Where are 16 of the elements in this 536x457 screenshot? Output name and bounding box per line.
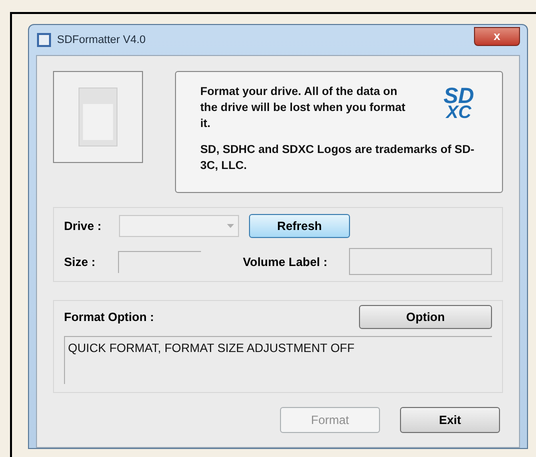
- warning-text: Format your drive. All of the data on the drive will be lost when you format it.: [200, 85, 406, 132]
- format-option-box: QUICK FORMAT, FORMAT SIZE ADJUSTMENT OFF: [64, 336, 492, 384]
- app-icon: [36, 32, 52, 48]
- caret-icon: [227, 224, 234, 228]
- sdxc-logo: SD XC: [443, 88, 474, 124]
- window-title: SDFormatter V4.0: [57, 32, 146, 48]
- button[interactable]: Option: [359, 305, 492, 329]
- volume-label-field[interactable]: [349, 248, 492, 275]
- size-label: Size :: [64, 254, 96, 270]
- volume-label: Volume Label :: [242, 254, 328, 270]
- format-option-label: Format Option :: [64, 309, 154, 326]
- drive-label: Drive :: [64, 218, 102, 235]
- button[interactable]: Refresh: [249, 214, 350, 238]
- trademark-text: SD, SDHC and SDXC Logos are trademarks of SD-3C, LLC.: [200, 143, 476, 174]
- close-button[interactable]: x: [474, 26, 520, 46]
- button[interactable]: Exit: [400, 407, 500, 433]
